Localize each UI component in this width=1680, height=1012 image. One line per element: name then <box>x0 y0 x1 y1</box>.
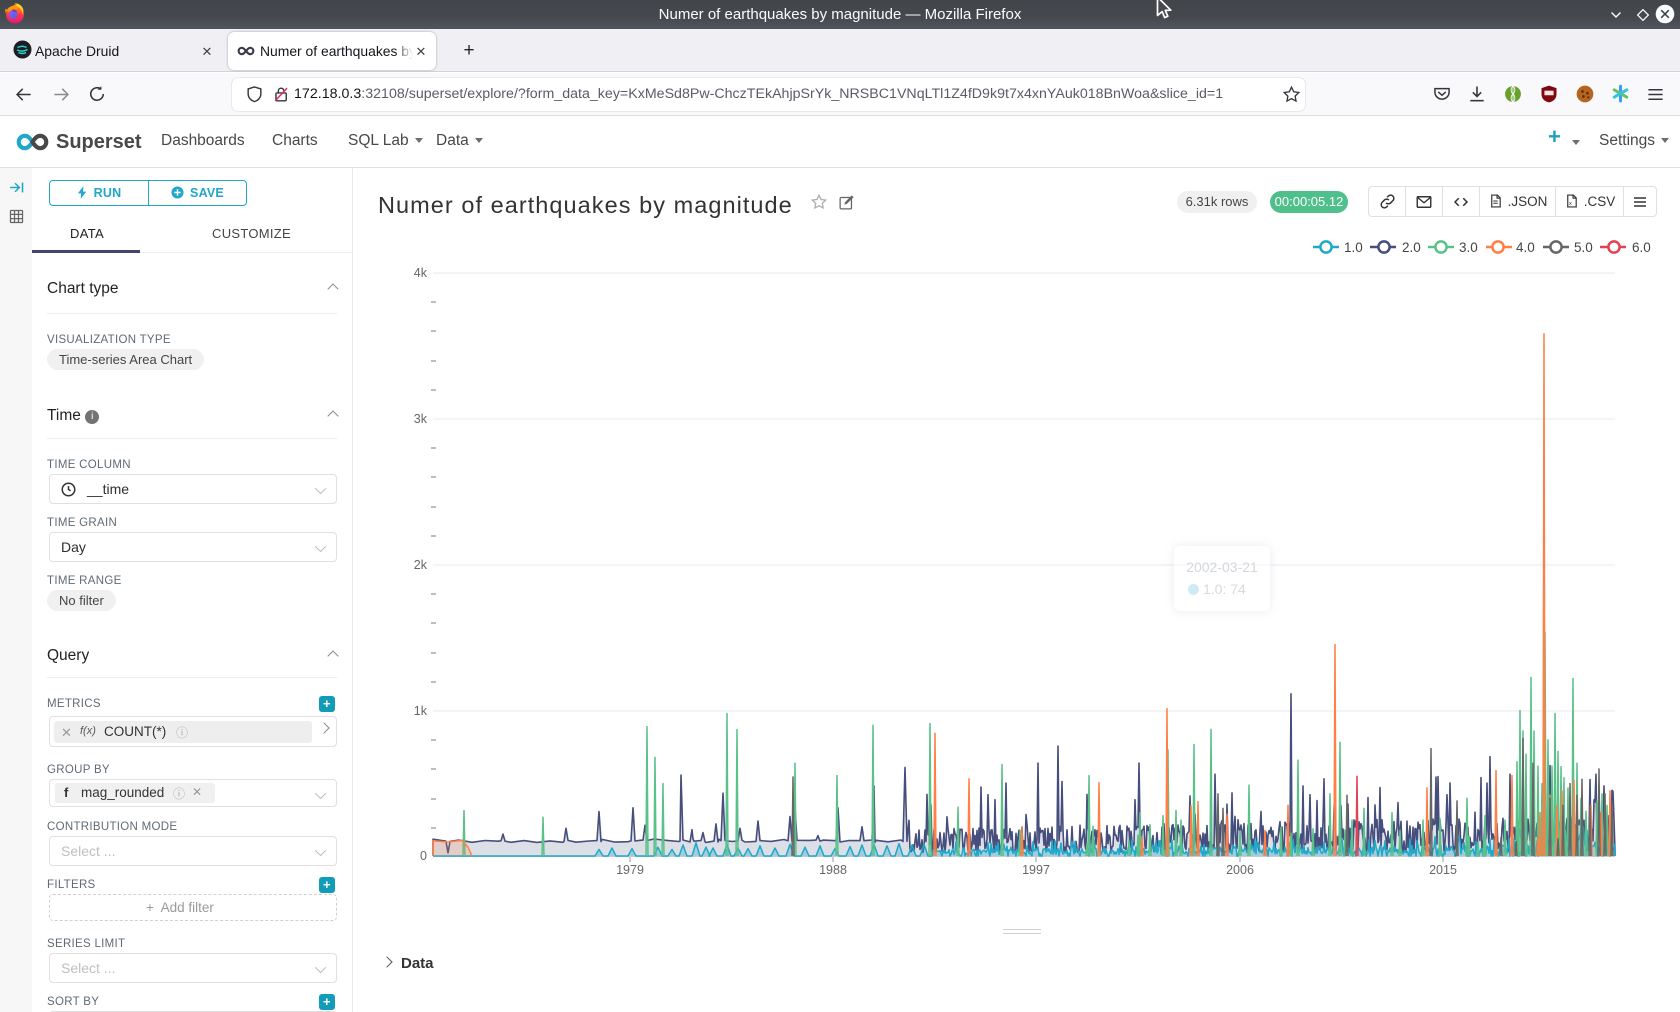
svg-text:1988: 1988 <box>819 863 847 877</box>
svg-text:6.0: 6.0 <box>1632 240 1651 255</box>
svg-text:2006: 2006 <box>1226 863 1254 877</box>
svg-text:2k: 2k <box>414 558 428 572</box>
svg-text:5.0: 5.0 <box>1574 240 1593 255</box>
svg-text:1997: 1997 <box>1022 863 1050 877</box>
svg-text:2.0: 2.0 <box>1402 240 1421 255</box>
svg-text:1.0: 1.0 <box>1344 240 1363 255</box>
svg-text:1979: 1979 <box>616 863 644 877</box>
svg-text:0: 0 <box>420 849 427 863</box>
svg-text:1k: 1k <box>414 704 428 718</box>
svg-text:4k: 4k <box>414 266 428 280</box>
svg-text:3.0: 3.0 <box>1459 240 1478 255</box>
svg-text:2015: 2015 <box>1429 863 1457 877</box>
svg-text:3k: 3k <box>414 412 428 426</box>
svg-text:x: x <box>1569 201 1572 207</box>
svg-text:4.0: 4.0 <box>1516 240 1535 255</box>
